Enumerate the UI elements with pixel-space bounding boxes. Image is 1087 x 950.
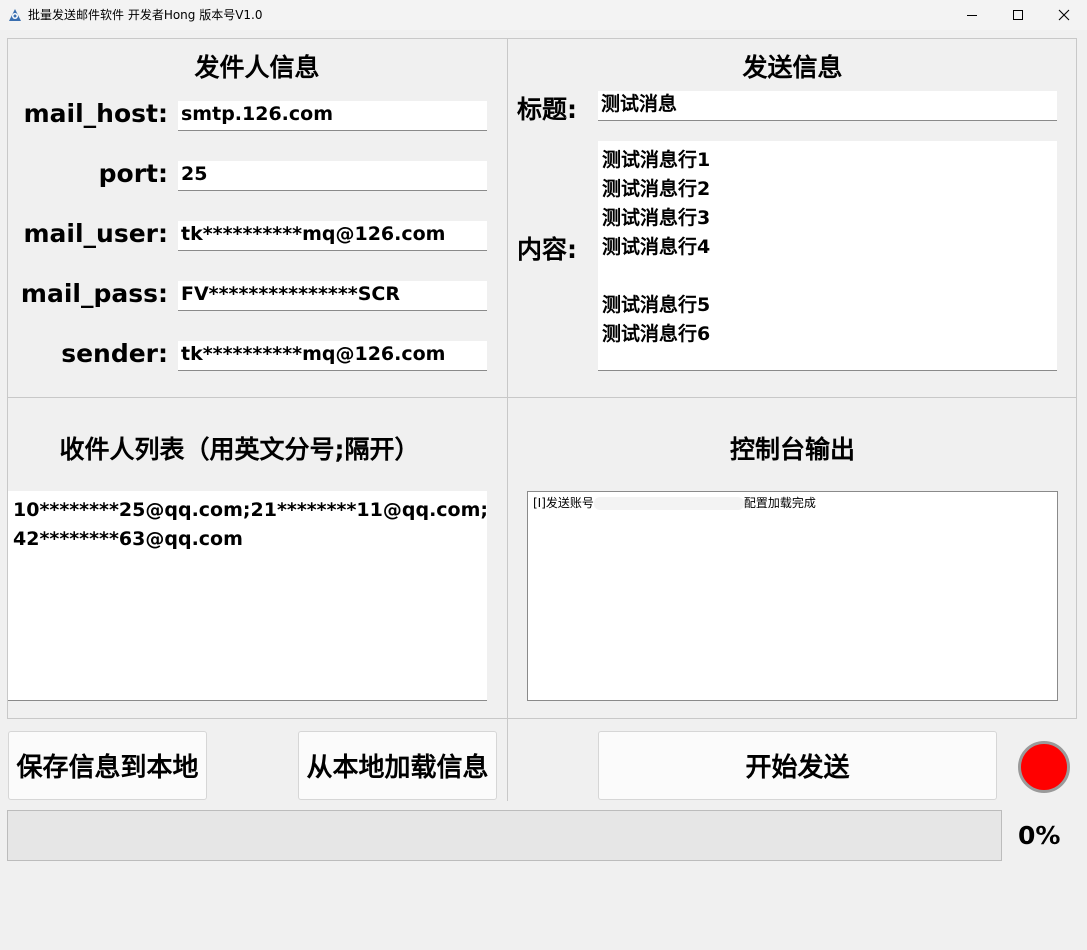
- window-title: 批量发送邮件软件 开发者Hong 版本号V1.0: [28, 8, 263, 22]
- sender-section-title: 发件人信息: [194, 53, 320, 82]
- recipients-section-title: 收件人列表（用英文分号;隔开）: [59, 435, 420, 464]
- console-section-title: 控制台输出: [729, 435, 855, 464]
- mail-user-input[interactable]: tk**********mq@126.com: [178, 221, 487, 251]
- subject-input[interactable]: 测试消息: [598, 91, 1057, 121]
- recipients-textarea[interactable]: 10********25@qq.com;21********11@qq.com;…: [8, 491, 488, 701]
- app-icon: [9, 9, 21, 21]
- close-button[interactable]: [1041, 0, 1087, 30]
- console-log-suffix: 配置加载完成: [743, 496, 816, 510]
- mail-user-label: mail_user:: [23, 219, 168, 248]
- content-label: 内容:: [517, 235, 577, 264]
- console-redacted-block: [593, 497, 744, 510]
- frame-center-line: [507, 38, 508, 801]
- minimize-icon: [967, 15, 977, 16]
- mail-host-label: mail_host:: [23, 99, 168, 128]
- sender-label: sender:: [61, 339, 168, 368]
- frame-lower-line: [7, 718, 1077, 719]
- minimize-button[interactable]: [949, 0, 995, 30]
- mail-pass-label: mail_pass:: [20, 279, 168, 308]
- progress-bar: [7, 810, 1002, 861]
- frame-right-line: [1076, 38, 1077, 718]
- subject-label: 标题:: [517, 95, 577, 124]
- console-log-prefix: [I]发送账号: [533, 496, 594, 510]
- frame-top-line: [7, 38, 1077, 39]
- send-section-title: 发送信息: [742, 53, 843, 82]
- mail-pass-input[interactable]: FV***************SCR: [178, 281, 487, 311]
- save-info-button[interactable]: 保存信息到本地: [8, 731, 207, 800]
- load-info-button[interactable]: 从本地加载信息: [298, 731, 497, 800]
- port-label: port:: [98, 159, 168, 188]
- maximize-icon: [1013, 10, 1023, 20]
- content-textarea[interactable]: 测试消息行1 测试消息行2 测试消息行3 测试消息行4 测试消息行5 测试消息行…: [598, 141, 1057, 371]
- port-input[interactable]: 25: [178, 161, 487, 191]
- start-send-button[interactable]: 开始发送: [598, 731, 997, 800]
- progress-percent-label: 0%: [1018, 821, 1061, 850]
- frame-middle-line: [7, 397, 1077, 398]
- mail-host-input[interactable]: smtp.126.com: [178, 101, 487, 131]
- status-indicator: [1018, 741, 1070, 793]
- maximize-button[interactable]: [995, 0, 1041, 30]
- sender-input[interactable]: tk**********mq@126.com: [178, 341, 487, 371]
- title-bar: 批量发送邮件软件 开发者Hong 版本号V1.0: [0, 0, 1087, 30]
- console-output[interactable]: [I]发送账号 配置加载完成: [527, 491, 1058, 701]
- close-icon: [1058, 9, 1070, 21]
